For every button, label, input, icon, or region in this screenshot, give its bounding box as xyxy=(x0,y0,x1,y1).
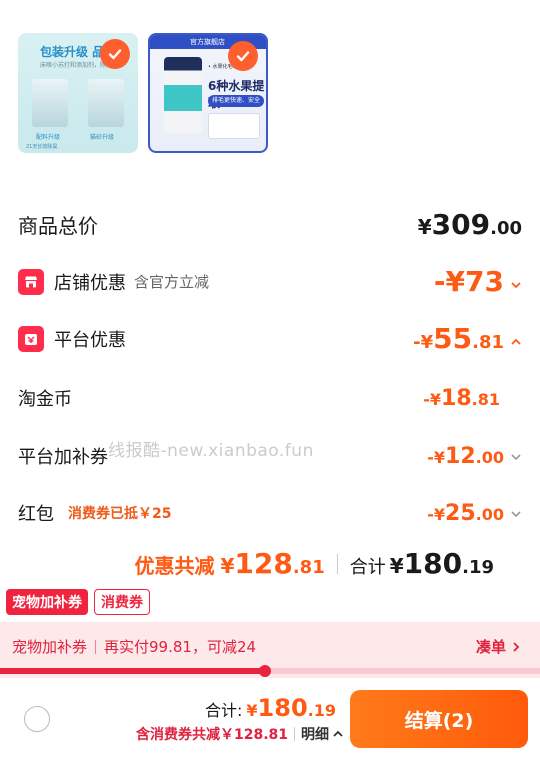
product-image-pill: 排毛更快速、安全 xyxy=(208,95,264,107)
product-thumbnail-cat-litter[interactable]: 包装升级 品质 床嗅小苏打和添加剂，除臭 配料升级 猫砂升级 21天长效除臭 xyxy=(18,33,138,153)
selected-check-icon xyxy=(228,41,258,71)
promo-name: 宠物加补券 xyxy=(12,638,88,656)
divider xyxy=(336,553,338,574)
chevron-down-icon xyxy=(511,453,521,460)
add-items-link[interactable]: 凑单 xyxy=(476,636,522,657)
store-discount-row[interactable]: 店铺优惠 含官方立减 -¥73 xyxy=(18,265,522,298)
tag-consumption-coupon[interactable]: 消费券 xyxy=(94,589,150,615)
red-packet-row[interactable]: 红包 消费券已抵￥25 -¥ 25 .00 xyxy=(18,500,522,526)
platform-discount-row[interactable]: 平台优惠 -¥ 55 .81 xyxy=(18,322,522,355)
coins-value: -¥ 18 .81 xyxy=(423,385,500,411)
bottom-total-label: 合计: xyxy=(205,701,243,720)
add-items-label: 凑单 xyxy=(475,638,506,656)
product-image-tag: 配料升级 xyxy=(36,134,61,141)
selected-products: 包装升级 品质 床嗅小苏打和添加剂，除臭 配料升级 猫砂升级 21天长效除臭 官… xyxy=(18,33,268,153)
goods-total-label: 商品总价 xyxy=(18,214,98,238)
coupon-tags: 宠物加补券 消费券 xyxy=(6,589,150,615)
product-bag-image xyxy=(32,79,68,127)
bottom-discount-line: 含消费券共减￥128.81 明细 xyxy=(136,724,344,744)
promo-progress-handle xyxy=(258,665,271,677)
goods-total-value: ¥ 309 .00 xyxy=(417,208,522,241)
platform-icon xyxy=(18,325,44,352)
product-image-box xyxy=(208,113,260,139)
promo-text: 宠物加补券 再实付99.81，可减24 xyxy=(12,636,256,657)
platform-discount-value: -¥ 55 .81 xyxy=(413,322,522,355)
tag-pet-subsidy-coupon[interactable]: 宠物加补券 xyxy=(6,589,88,615)
coupon-saving-text: 含消费券共减￥128.81 xyxy=(135,727,288,743)
chevron-up-icon xyxy=(333,730,343,737)
price-summary: 优惠共减 ¥ 128 .81 合计 ¥ 180 .19 xyxy=(134,547,494,580)
divider xyxy=(294,727,295,741)
details-label: 明细 xyxy=(301,727,329,743)
product-image-tag: 猫砂升级 xyxy=(90,134,115,141)
discount-total-label: 优惠共减 xyxy=(134,554,215,578)
chevron-down-icon xyxy=(511,282,521,289)
promo-progress-fill xyxy=(0,668,265,674)
subsidy-coupon-label: 平台加补券 xyxy=(18,447,108,468)
details-toggle[interactable]: 明细 xyxy=(301,724,344,744)
sum-label: 合计 xyxy=(349,557,386,578)
checkout-bar: 合计: ¥ 180 .19 含消费券共减￥128.81 明细 结算(2) xyxy=(0,678,540,759)
divider xyxy=(95,639,97,654)
product-thumbnail-supplement[interactable]: 官方旗舰店 • 水果化毛球 6种水果提取 排毛更快速、安全 xyxy=(148,33,268,153)
coins-row: 淘金币 -¥ 18 .81 xyxy=(18,385,522,411)
promo-message: 再实付99.81，可减24 xyxy=(104,638,257,656)
store-discount-sublabel: 含官方立减 xyxy=(134,273,210,291)
store-discount-value: -¥73 xyxy=(434,265,522,298)
bottle-label xyxy=(164,85,202,111)
red-packet-sublabel: 消费券已抵￥25 xyxy=(68,506,172,522)
red-packet-value: -¥ 25 .00 xyxy=(427,501,522,526)
bottom-total: 合计: ¥ 180 .19 xyxy=(205,694,336,722)
selected-check-icon xyxy=(100,39,130,69)
red-packet-label: 红包 xyxy=(18,504,54,525)
store-icon xyxy=(18,268,44,295)
chevron-down-icon xyxy=(511,510,521,517)
promo-progress-bar xyxy=(0,665,540,677)
goods-total-row: 商品总价 ¥ 309 .00 xyxy=(18,208,522,241)
chevron-right-icon xyxy=(513,641,520,652)
bottom-total-value: ¥ 180 .19 xyxy=(246,694,336,722)
product-bag-image xyxy=(88,79,124,127)
platform-discount-label: 平台优惠 xyxy=(54,329,126,351)
store-discount-label: 店铺优惠 xyxy=(54,272,126,294)
chevron-up-icon xyxy=(511,338,521,345)
watermark: 线报酷-new.xianbao.fun xyxy=(108,441,314,461)
product-image-footer: 21天长效除臭 xyxy=(26,144,58,150)
checkout-button[interactable]: 结算(2) xyxy=(350,690,528,748)
select-all-checkbox[interactable] xyxy=(24,706,50,732)
sum-value: ¥ 180 .19 xyxy=(389,547,494,580)
subsidy-coupon-value: -¥ 12 .00 xyxy=(427,444,522,469)
coins-label: 淘金币 xyxy=(18,389,72,410)
discount-total-value: ¥ 128 .81 xyxy=(220,547,325,580)
